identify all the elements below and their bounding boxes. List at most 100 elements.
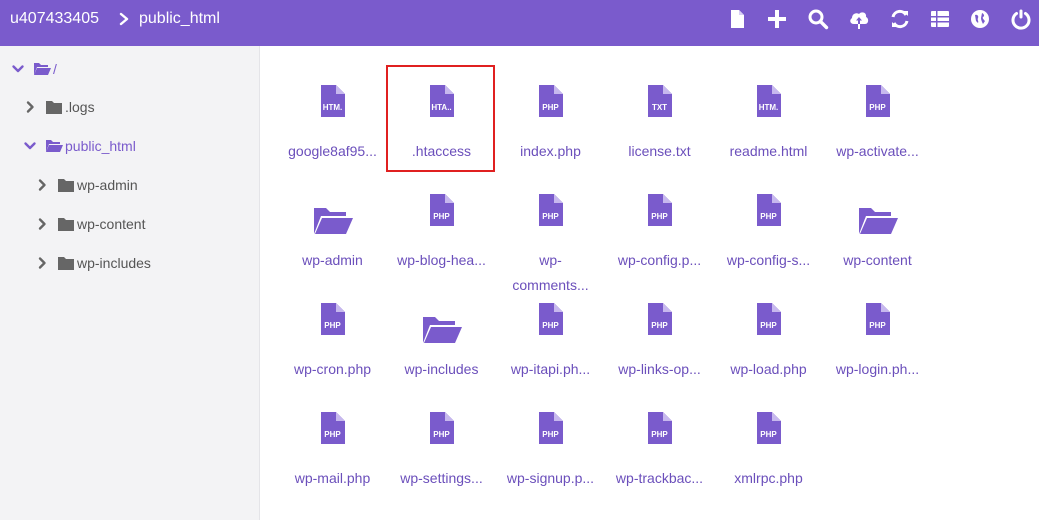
tree-item-public-html[interactable]: public_html	[0, 135, 258, 157]
file-icon: PHP	[756, 412, 781, 444]
file-item[interactable]: TXT license.txt	[605, 46, 714, 159]
tree-item-wp-content[interactable]: wp-content	[0, 213, 258, 235]
file-name-label: wp-login.ph...	[835, 361, 920, 377]
tree-item-label: wp-includes	[77, 255, 151, 271]
file-type-badge: PHP	[433, 212, 450, 221]
chevron-right-icon	[119, 12, 129, 26]
file-item[interactable]: PHP wp-signup.p...	[496, 373, 605, 486]
upload-icon[interactable]	[848, 8, 870, 30]
file-icon: PHP	[538, 412, 563, 444]
file-item[interactable]: PHP wp-login.ph...	[823, 264, 932, 377]
file-type-badge: PHP	[324, 321, 341, 330]
chevron-right-icon[interactable]	[35, 217, 49, 231]
tree-root-label: /	[53, 61, 57, 77]
file-icon: PHP	[647, 194, 672, 226]
file-item[interactable]: PHP wp-config-s...	[714, 155, 823, 268]
file-type-badge: PHP	[760, 212, 777, 221]
file-name-label: wp-settings...	[400, 470, 483, 486]
new-file-icon[interactable]	[726, 8, 748, 30]
file-name-label: wp-trackbac...	[615, 470, 704, 486]
file-icon: PHP	[756, 303, 781, 335]
folder-item[interactable]: wp-content	[823, 155, 932, 268]
folder-open-icon	[34, 63, 51, 75]
file-icon: PHP	[756, 194, 781, 226]
folder-icon	[58, 179, 74, 192]
file-item[interactable]: PHP xmlrpc.php	[714, 373, 823, 486]
file-item[interactable]: PHP index.php	[496, 46, 605, 159]
file-item[interactable]: HTM. readme.html	[714, 46, 823, 159]
power-icon[interactable]	[1010, 8, 1032, 30]
folder-item[interactable]: wp-includes	[387, 264, 496, 377]
tree-item-label: public_html	[65, 138, 136, 154]
file-grid: HTM. google8af95... HTA.. .htaccess PHP index…	[261, 46, 1039, 520]
tree-item-logs[interactable]: .logs	[0, 96, 258, 118]
breadcrumb-current-dir[interactable]: public_html	[139, 0, 220, 46]
file-icon: TXT	[647, 85, 672, 117]
file-item[interactable]: PHP wp-settings...	[387, 373, 496, 486]
file-icon: PHP	[538, 194, 563, 226]
file-item[interactable]: HTM. google8af95...	[278, 46, 387, 159]
file-name-label: wp-mail.php	[294, 470, 371, 486]
folder-open-icon	[422, 317, 462, 343]
breadcrumb-user[interactable]: u407433405	[10, 0, 99, 46]
folder-open-icon	[858, 208, 898, 234]
chevron-right-icon[interactable]	[23, 100, 37, 114]
file-name-label: wp-signup.p...	[506, 470, 595, 486]
globe-icon[interactable]	[969, 8, 991, 30]
folder-open-icon	[313, 208, 353, 234]
search-icon[interactable]	[807, 8, 829, 30]
file-item[interactable]: PHP wp-comments...	[496, 155, 605, 293]
file-type-badge: PHP	[651, 321, 668, 330]
file-icon: PHP	[320, 412, 345, 444]
file-item[interactable]: PHP wp-load.php	[714, 264, 823, 377]
file-item[interactable]: PHP wp-config.p...	[605, 155, 714, 268]
tree-root[interactable]: /	[0, 58, 258, 80]
file-item[interactable]: PHP wp-links-op...	[605, 264, 714, 377]
chevron-down-icon[interactable]	[11, 62, 25, 76]
file-type-badge: PHP	[760, 430, 777, 439]
file-type-badge: PHP	[869, 321, 886, 330]
chevron-right-icon[interactable]	[35, 178, 49, 192]
file-item[interactable]: PHP wp-activate...	[823, 46, 932, 159]
file-icon: PHP	[538, 85, 563, 117]
top-bar: u407433405 public_html	[0, 0, 1039, 46]
file-item[interactable]: PHP wp-cron.php	[278, 264, 387, 377]
file-icon: HTM.	[756, 85, 781, 117]
file-type-badge: PHP	[651, 430, 668, 439]
file-type-badge: PHP	[324, 430, 341, 439]
file-icon: PHP	[429, 194, 454, 226]
tree-item-label: .logs	[65, 99, 95, 115]
view-list-icon[interactable]	[929, 8, 951, 30]
new-item-icon[interactable]	[766, 8, 788, 30]
tree-item-wp-includes[interactable]: wp-includes	[0, 252, 258, 274]
refresh-icon[interactable]	[889, 8, 911, 30]
file-icon: PHP	[538, 303, 563, 335]
chevron-right-icon[interactable]	[35, 256, 49, 270]
file-type-badge: HTM.	[322, 103, 342, 112]
file-type-badge: PHP	[760, 321, 777, 330]
chevron-down-icon[interactable]	[23, 139, 37, 153]
folder-icon	[58, 218, 74, 231]
file-type-badge: PHP	[869, 103, 886, 112]
folder-icon	[58, 257, 74, 270]
file-type-badge: PHP	[542, 212, 559, 221]
file-type-badge: TXT	[651, 103, 666, 112]
file-type-badge: PHP	[542, 103, 559, 112]
file-item[interactable]: PHP wp-mail.php	[278, 373, 387, 486]
file-icon: PHP	[865, 303, 890, 335]
file-type-badge: PHP	[542, 430, 559, 439]
folder-item[interactable]: wp-admin	[278, 155, 387, 268]
tree-item-wp-admin[interactable]: wp-admin	[0, 174, 258, 196]
file-item[interactable]: PHP wp-itapi.ph...	[496, 264, 605, 377]
file-type-badge: PHP	[651, 212, 668, 221]
file-icon: PHP	[647, 412, 672, 444]
file-icon: PHP	[429, 412, 454, 444]
file-icon: PHP	[320, 303, 345, 335]
folder-icon	[46, 101, 62, 114]
file-type-badge: PHP	[542, 321, 559, 330]
folder-tree-sidebar: / .logs public_html wp-admin wp-content …	[0, 46, 260, 520]
file-item[interactable]: PHP wp-trackbac...	[605, 373, 714, 486]
file-type-badge: PHP	[433, 430, 450, 439]
file-type-badge: HTM.	[758, 103, 778, 112]
file-icon: PHP	[865, 85, 890, 117]
